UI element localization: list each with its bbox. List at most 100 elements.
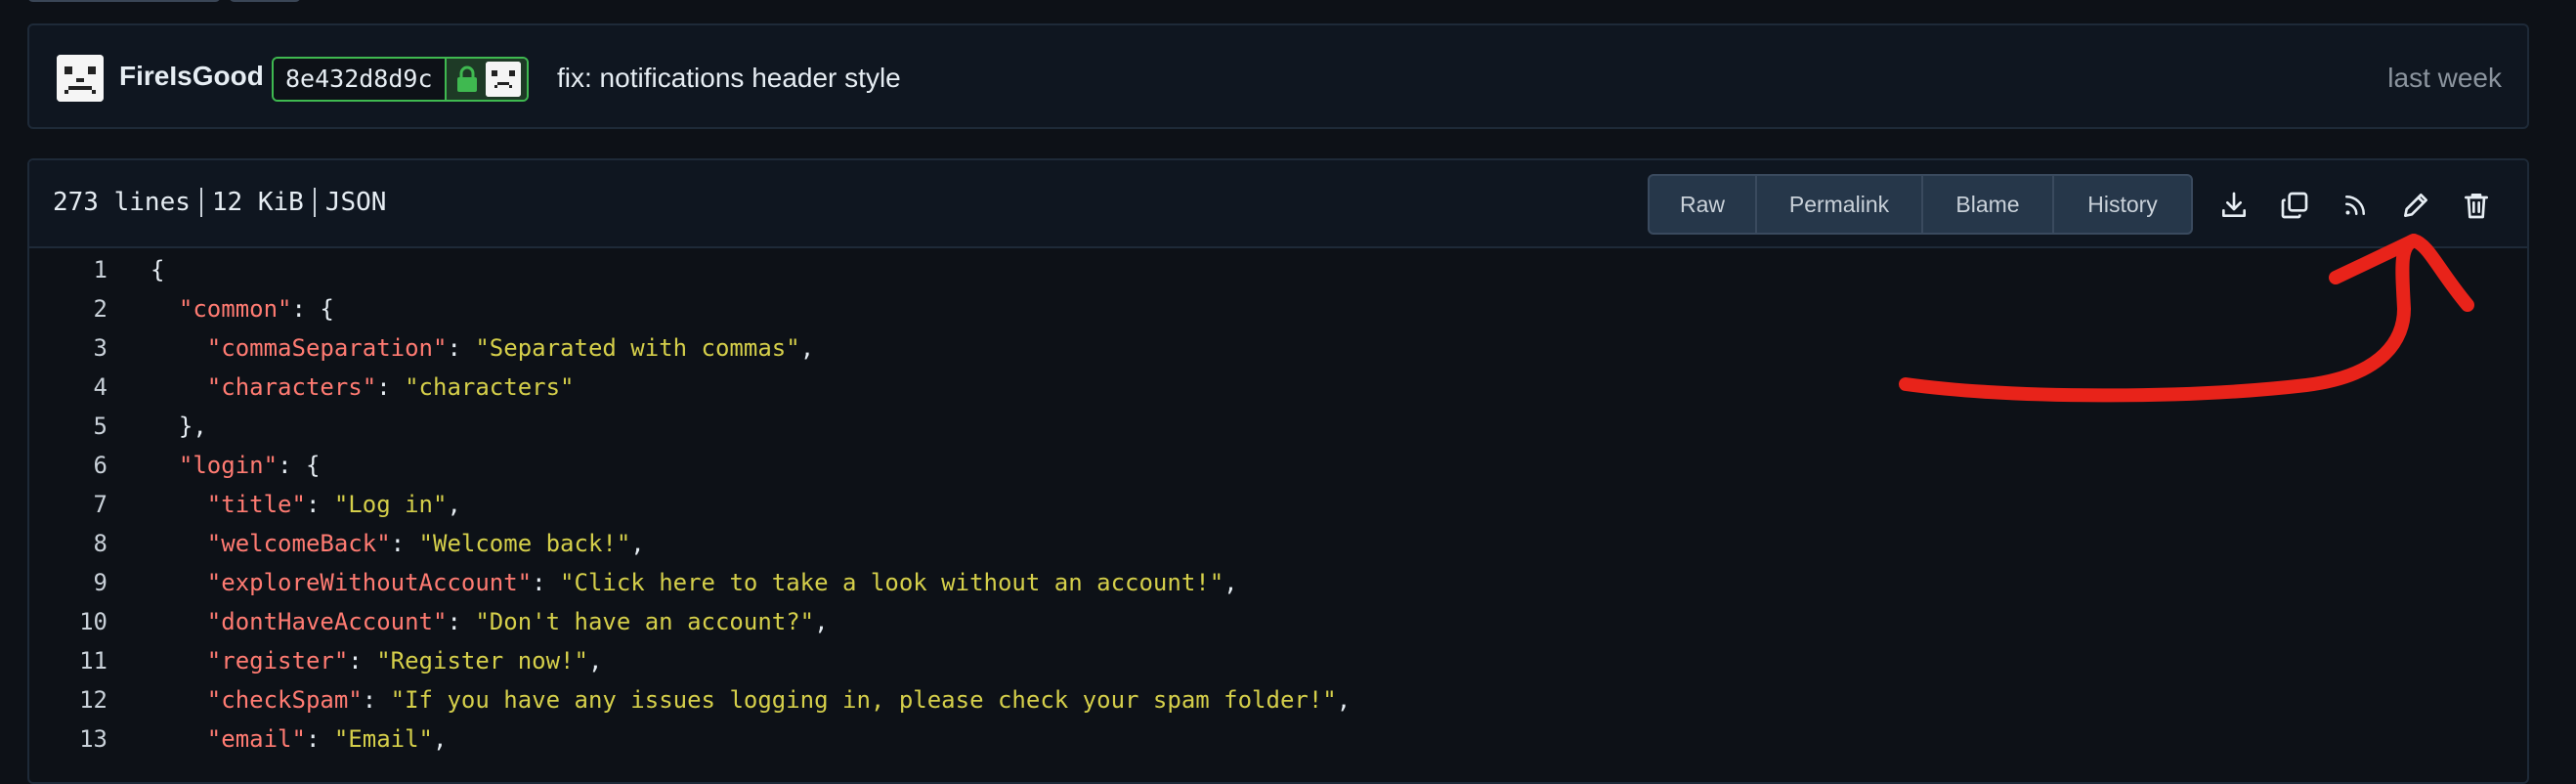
code-line: 10 "dontHaveAccount": "Don't have an acc… bbox=[29, 602, 2527, 641]
identicon-icon bbox=[57, 55, 104, 102]
json-punctuation: : bbox=[447, 608, 476, 635]
commit-author[interactable]: FireIsGood bbox=[119, 61, 264, 92]
line-content: "login": { bbox=[150, 446, 321, 485]
json-punctuation: : bbox=[390, 530, 419, 557]
json-punctuation: , bbox=[630, 530, 645, 557]
author-avatar[interactable] bbox=[57, 55, 104, 102]
code-line: 11 "register": "Register now!", bbox=[29, 641, 2527, 680]
line-number[interactable]: 10 bbox=[29, 602, 107, 641]
signer-avatar bbox=[485, 62, 521, 97]
commit-message[interactable]: fix: notifications header style bbox=[557, 63, 901, 94]
code-line: 7 "title": "Log in", bbox=[29, 485, 2527, 524]
json-punctuation: : { bbox=[291, 295, 334, 323]
trash-icon bbox=[2465, 194, 2488, 219]
code-line: 2 "common": { bbox=[29, 289, 2527, 328]
line-content: "register": "Register now!", bbox=[150, 641, 603, 680]
json-punctuation bbox=[150, 608, 207, 635]
code-line: 8 "welcomeBack": "Welcome back!", bbox=[29, 524, 2527, 563]
json-punctuation: , bbox=[1224, 569, 1238, 596]
commit-sha-text[interactable]: 8e432d8d9c bbox=[274, 59, 445, 100]
line-content: "dontHaveAccount": "Don't have an accoun… bbox=[150, 602, 829, 641]
blame-button[interactable]: Blame bbox=[1923, 176, 2054, 233]
line-number[interactable]: 1 bbox=[29, 250, 107, 289]
json-punctuation: , bbox=[447, 491, 461, 518]
download-button[interactable] bbox=[2214, 186, 2254, 225]
json-punctuation: : bbox=[532, 569, 561, 596]
json-key: "exploreWithoutAccount" bbox=[206, 569, 533, 596]
json-punctuation bbox=[150, 491, 207, 518]
json-punctuation: : bbox=[362, 686, 391, 714]
raw-button[interactable]: Raw bbox=[1650, 176, 1757, 233]
json-punctuation: , bbox=[587, 647, 603, 675]
signature-badge[interactable] bbox=[444, 59, 527, 100]
line-content: "title": "Log in", bbox=[150, 485, 461, 524]
line-content: "email": "Email", bbox=[150, 719, 448, 759]
json-key: "checkSpam" bbox=[206, 686, 363, 714]
line-number[interactable]: 4 bbox=[29, 368, 107, 407]
line-number[interactable]: 13 bbox=[29, 719, 107, 759]
json-punctuation bbox=[150, 530, 207, 557]
line-number[interactable]: 8 bbox=[29, 524, 107, 563]
json-punctuation: : bbox=[376, 373, 406, 401]
json-key: "email" bbox=[206, 725, 306, 753]
json-key: "dontHaveAccount" bbox=[206, 608, 448, 635]
code-line: 3 "commaSeparation": "Separated with com… bbox=[29, 328, 2527, 368]
json-punctuation bbox=[150, 647, 207, 675]
file-line-count: 273 lines bbox=[53, 188, 191, 217]
download-icon bbox=[2222, 192, 2246, 217]
history-button[interactable]: History bbox=[2054, 176, 2191, 233]
line-number[interactable]: 11 bbox=[29, 641, 107, 680]
code-line: 9 "exploreWithoutAccount": "Click here t… bbox=[29, 563, 2527, 602]
json-key: "commaSeparation" bbox=[206, 334, 448, 362]
top-tab[interactable] bbox=[229, 0, 301, 2]
code-line: 6 "login": { bbox=[29, 446, 2527, 485]
permalink-button[interactable]: Permalink bbox=[1757, 176, 1923, 233]
copy-icon bbox=[2281, 192, 2308, 219]
json-string: "Welcome back!" bbox=[418, 530, 631, 557]
line-number[interactable]: 12 bbox=[29, 680, 107, 719]
identicon-icon bbox=[485, 62, 521, 97]
json-punctuation: : bbox=[348, 647, 377, 675]
file-type: JSON bbox=[324, 188, 387, 217]
json-key: "characters" bbox=[206, 373, 377, 401]
file-view-buttons: Raw Permalink Blame History bbox=[1648, 174, 2193, 235]
pencil-icon bbox=[2404, 194, 2427, 217]
json-punctuation bbox=[150, 686, 207, 714]
line-number[interactable]: 5 bbox=[29, 407, 107, 446]
file-info: 273 lines 12 KiB JSON bbox=[53, 188, 386, 217]
line-content: }, bbox=[150, 407, 207, 446]
divider bbox=[199, 188, 202, 217]
commit-time: last week bbox=[2387, 63, 2502, 93]
line-content: "commaSeparation": "Separated with comma… bbox=[150, 328, 814, 368]
edit-file-button[interactable] bbox=[2396, 186, 2435, 225]
commit-sha[interactable]: 8e432d8d9c bbox=[272, 57, 529, 102]
json-punctuation: , bbox=[1336, 686, 1352, 714]
latest-commit-bar: FireIsGood 8e432d8d9c fix: notifications… bbox=[27, 23, 2529, 129]
rss-icon bbox=[2345, 196, 2365, 215]
json-punctuation: , bbox=[814, 608, 829, 635]
line-number[interactable]: 7 bbox=[29, 485, 107, 524]
json-key: "welcomeBack" bbox=[206, 530, 391, 557]
line-number[interactable]: 9 bbox=[29, 563, 107, 602]
rss-button[interactable] bbox=[2336, 186, 2375, 225]
file-header: 273 lines 12 KiB JSON Raw Permalink Blam… bbox=[29, 160, 2527, 248]
delete-file-button[interactable] bbox=[2457, 186, 2496, 225]
json-punctuation bbox=[150, 725, 207, 753]
json-punctuation: : bbox=[447, 334, 476, 362]
code-line: 13 "email": "Email", bbox=[29, 719, 2527, 759]
line-content: "exploreWithoutAccount": "Click here to … bbox=[150, 563, 1238, 602]
json-punctuation: }, bbox=[150, 413, 207, 440]
json-punctuation bbox=[150, 373, 207, 401]
json-string: "If you have any issues logging in, plea… bbox=[390, 686, 1337, 714]
top-tab[interactable] bbox=[27, 0, 221, 2]
file-size: 12 KiB bbox=[211, 188, 304, 217]
copy-button[interactable] bbox=[2275, 186, 2314, 225]
json-punctuation: , bbox=[799, 334, 815, 362]
line-number[interactable]: 2 bbox=[29, 289, 107, 328]
line-content: "common": { bbox=[150, 289, 334, 328]
line-number[interactable]: 3 bbox=[29, 328, 107, 368]
json-key: "title" bbox=[206, 491, 306, 518]
code-line: 5 }, bbox=[29, 407, 2527, 446]
json-punctuation: : { bbox=[278, 452, 321, 479]
line-number[interactable]: 6 bbox=[29, 446, 107, 485]
